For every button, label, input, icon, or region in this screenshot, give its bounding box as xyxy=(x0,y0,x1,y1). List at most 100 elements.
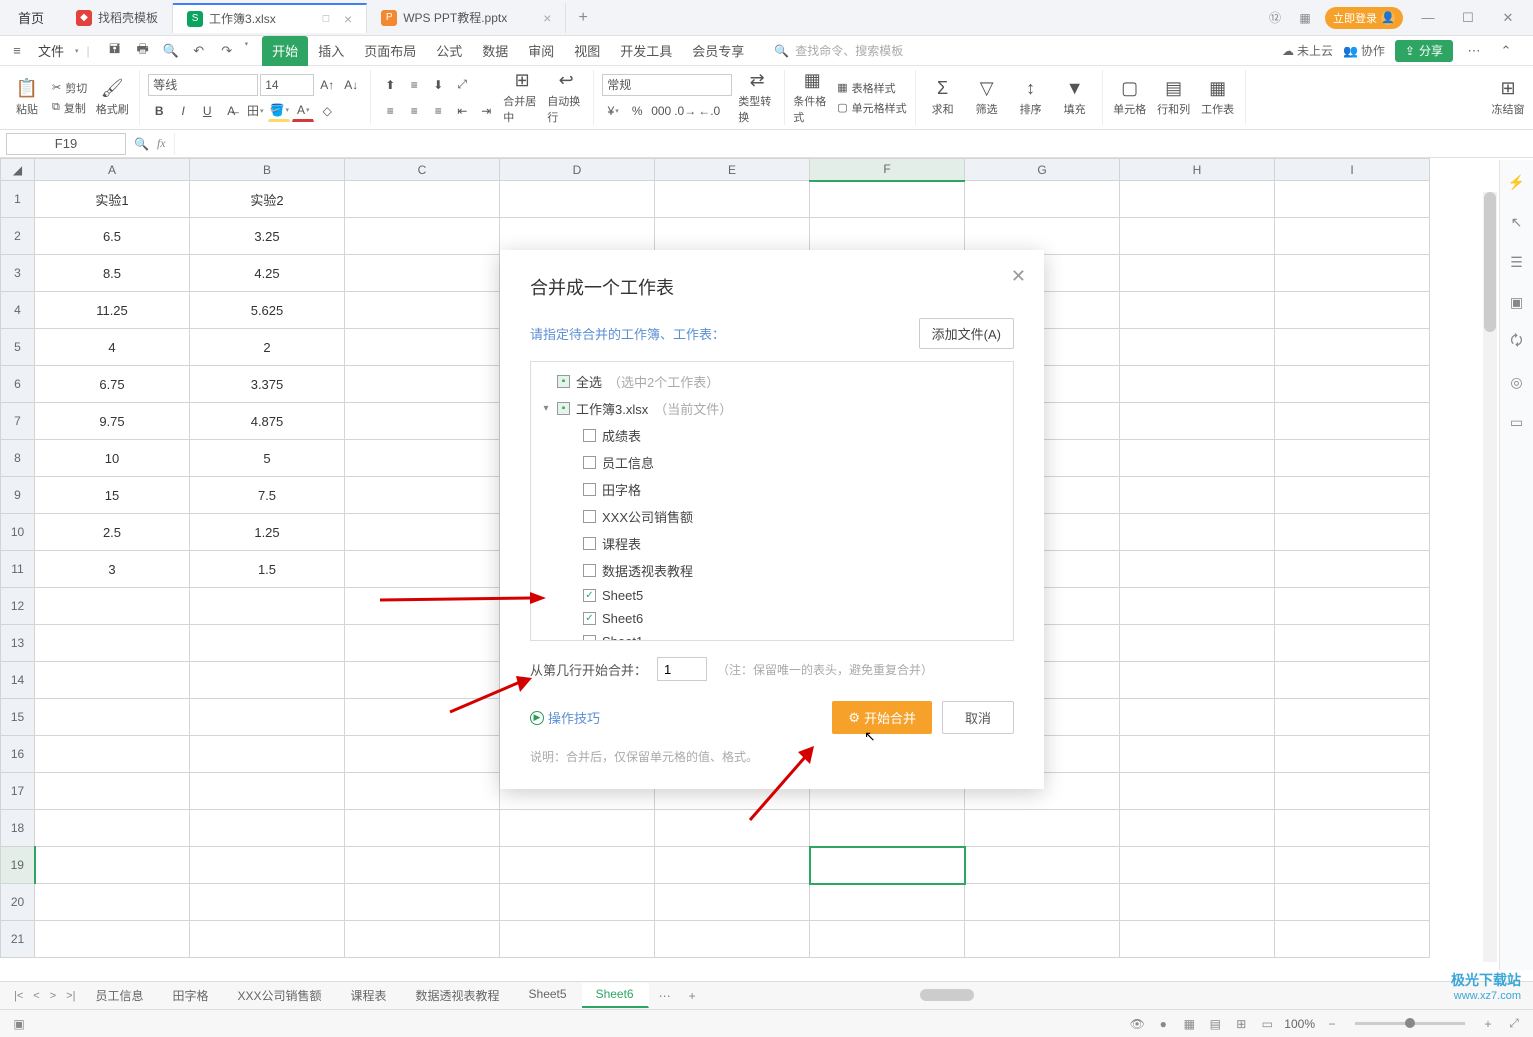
font-size-select[interactable] xyxy=(260,74,314,96)
sheet-add-icon[interactable]: + xyxy=(681,989,704,1003)
ribbon-tab-dev[interactable]: 开发工具 xyxy=(610,36,682,66)
cell[interactable] xyxy=(500,181,655,218)
underline-button[interactable]: U xyxy=(196,100,218,122)
cell[interactable] xyxy=(1275,662,1430,699)
status-eye-icon[interactable]: 👁 xyxy=(1128,1016,1146,1032)
sheet-checkbox[interactable] xyxy=(583,635,596,641)
sheet-checkbox[interactable] xyxy=(583,537,596,550)
row-header[interactable]: 11 xyxy=(1,551,35,588)
cell[interactable] xyxy=(190,810,345,847)
cell[interactable]: 3 xyxy=(35,551,190,588)
row-header[interactable]: 19 xyxy=(1,847,35,884)
cell[interactable] xyxy=(345,884,500,921)
sheet-tab[interactable]: 数据透视表教程 xyxy=(402,983,515,1008)
cell[interactable] xyxy=(1275,736,1430,773)
fx-icon[interactable]: fx xyxy=(157,136,166,151)
cell[interactable] xyxy=(1120,181,1275,218)
font-name-select[interactable] xyxy=(148,74,258,96)
col-header-E[interactable]: E xyxy=(655,159,810,181)
cell[interactable] xyxy=(1275,773,1430,810)
cell[interactable] xyxy=(345,773,500,810)
paste-button[interactable]: 📋 粘贴 xyxy=(8,78,46,117)
cell[interactable]: 10 xyxy=(35,440,190,477)
cell[interactable] xyxy=(1120,477,1275,514)
sheet-tree[interactable]: ▪ 全选 （选中2个工作表） ▾ ▪ 工作簿3.xlsx （当前文件） 成绩表员… xyxy=(530,361,1014,641)
apps-icon[interactable]: ▦ xyxy=(1295,9,1315,27)
select-all-checkbox[interactable]: ▪ xyxy=(557,375,570,388)
sheet-list-item[interactable]: 员工信息 xyxy=(539,449,1005,476)
cell[interactable] xyxy=(1120,662,1275,699)
sheet-list-item[interactable]: XXX公司销售额 xyxy=(539,503,1005,530)
cell[interactable] xyxy=(1275,847,1430,884)
sheet-tab[interactable]: 田字格 xyxy=(158,983,223,1008)
col-header-A[interactable]: A xyxy=(35,159,190,181)
col-header-B[interactable]: B xyxy=(190,159,345,181)
indent-dec-icon[interactable]: ⇤ xyxy=(451,100,473,122)
cell[interactable] xyxy=(35,921,190,958)
more-icon[interactable]: ⋯ xyxy=(1463,40,1485,62)
clear-format-button[interactable]: ◇ xyxy=(316,100,338,122)
cell[interactable] xyxy=(345,625,500,662)
align-bottom-icon[interactable]: ⬇ xyxy=(427,74,449,96)
share-button[interactable]: ⇪ 分享 xyxy=(1395,40,1453,62)
decrease-font-icon[interactable]: A↓ xyxy=(340,74,362,96)
sheet-nav-first-icon[interactable]: |< xyxy=(10,990,27,1002)
sheet-checkbox[interactable] xyxy=(583,589,596,602)
dec-decimal-button[interactable]: ←.0 xyxy=(698,100,720,122)
cell[interactable] xyxy=(500,884,655,921)
view-layout-icon[interactable]: ▤ xyxy=(1206,1016,1224,1032)
merge-from-input[interactable] xyxy=(657,657,707,681)
cell[interactable]: 3.375 xyxy=(190,366,345,403)
cell[interactable] xyxy=(1275,403,1430,440)
close-tab-icon[interactable]: × xyxy=(344,11,352,27)
cell[interactable] xyxy=(1275,921,1430,958)
cell[interactable]: 1.5 xyxy=(190,551,345,588)
formula-input[interactable] xyxy=(174,133,1527,155)
cell[interactable] xyxy=(345,736,500,773)
cell[interactable] xyxy=(35,884,190,921)
close-ppt-icon[interactable]: × xyxy=(543,10,551,26)
cell[interactable] xyxy=(190,736,345,773)
maximize-icon[interactable]: ☐ xyxy=(1453,0,1483,36)
cell[interactable] xyxy=(500,921,655,958)
cell[interactable] xyxy=(190,847,345,884)
cell[interactable] xyxy=(810,218,965,255)
cell[interactable] xyxy=(345,181,500,218)
cell[interactable] xyxy=(1120,551,1275,588)
row-col-button[interactable]: ▤行和列 xyxy=(1155,78,1193,117)
tips-link[interactable]: ▶ 操作技巧 xyxy=(530,708,600,727)
cell[interactable]: 15 xyxy=(35,477,190,514)
side-backup-icon[interactable]: 🗘 xyxy=(1507,332,1527,352)
cell[interactable] xyxy=(965,921,1120,958)
thousands-button[interactable]: 000 xyxy=(650,100,672,122)
cell[interactable]: 1.25 xyxy=(190,514,345,551)
workbook-tab[interactable]: S 工作簿3.xlsx ◻ × xyxy=(173,3,367,33)
cell[interactable] xyxy=(655,218,810,255)
cell-style-button[interactable]: ▢单元格样式 xyxy=(837,100,906,116)
sheet-list-item[interactable]: 田字格 xyxy=(539,476,1005,503)
cell[interactable] xyxy=(345,329,500,366)
cell[interactable] xyxy=(500,218,655,255)
ribbon-tab-start[interactable]: 开始 xyxy=(262,36,308,66)
cell[interactable] xyxy=(1120,292,1275,329)
row-header[interactable]: 5 xyxy=(1,329,35,366)
sheet-nav-next-icon[interactable]: > xyxy=(46,990,60,1002)
side-select-icon[interactable]: ↖ xyxy=(1507,212,1527,232)
select-all-corner[interactable]: ◢ xyxy=(1,159,35,181)
file-dropdown-icon[interactable]: ▾ xyxy=(75,47,79,55)
cell[interactable] xyxy=(965,181,1120,218)
cell[interactable] xyxy=(1275,329,1430,366)
cell[interactable] xyxy=(655,921,810,958)
sheet-tab[interactable]: 课程表 xyxy=(336,983,401,1008)
cell[interactable] xyxy=(35,773,190,810)
table-style-button[interactable]: ▦表格样式 xyxy=(837,80,906,96)
zoom-in-icon[interactable]: + xyxy=(1479,1016,1497,1032)
row-header[interactable]: 3 xyxy=(1,255,35,292)
cell[interactable] xyxy=(35,699,190,736)
login-button[interactable]: 立即登录 👤 xyxy=(1325,7,1403,29)
cell[interactable] xyxy=(190,921,345,958)
search-fn-icon[interactable]: 🔍 xyxy=(134,137,149,151)
side-quick-icon[interactable]: ⚡ xyxy=(1507,172,1527,192)
bold-button[interactable]: B xyxy=(148,100,170,122)
cell[interactable] xyxy=(1120,773,1275,810)
